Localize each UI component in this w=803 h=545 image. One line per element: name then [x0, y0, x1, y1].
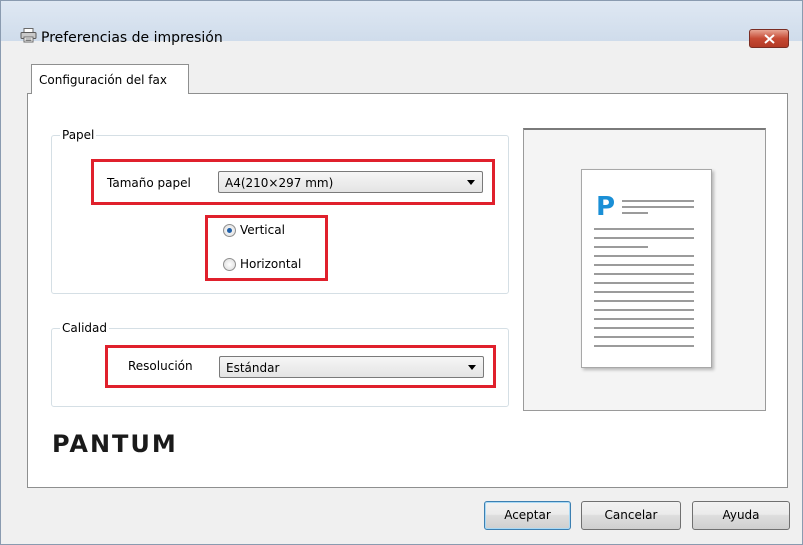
- close-button[interactable]: [749, 29, 789, 48]
- cancel-button[interactable]: Cancelar: [581, 501, 681, 530]
- tab-fax-settings[interactable]: Configuración del fax: [31, 64, 189, 94]
- close-icon: [764, 34, 775, 44]
- quality-group-label: Calidad: [60, 321, 109, 335]
- document-lines-illustration: P: [594, 192, 694, 347]
- help-button[interactable]: Ayuda: [692, 501, 790, 530]
- pantum-logo: PANTUM: [52, 430, 178, 458]
- ok-button[interactable]: Aceptar: [484, 501, 571, 530]
- highlight-resolution: [105, 345, 496, 388]
- print-preferences-window: Preferencias de impresión Configuración …: [0, 0, 803, 545]
- highlight-paper-size: [91, 159, 495, 205]
- paper-group-label: Papel: [60, 128, 97, 142]
- printer-icon: [20, 28, 37, 43]
- preview-page-letter: P: [596, 192, 615, 222]
- highlight-orientation: [205, 215, 328, 281]
- tab-label: Configuración del fax: [39, 73, 167, 87]
- window-title: Preferencias de impresión: [41, 30, 223, 46]
- preview-page: P: [581, 169, 712, 368]
